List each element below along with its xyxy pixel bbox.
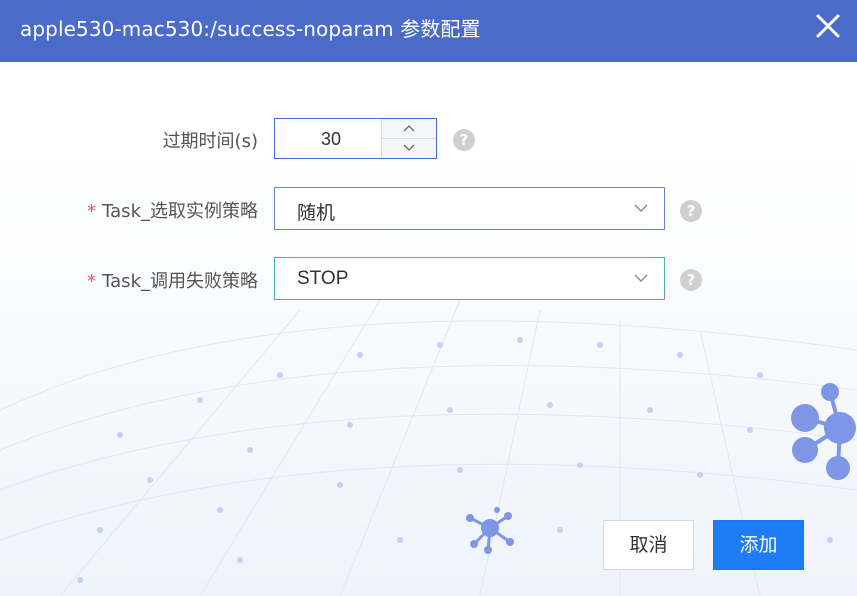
chevron-down-icon (403, 144, 415, 151)
fail-strategy-label: * Task_调用失败策略 (87, 271, 258, 292)
route-strategy-help-icon[interactable]: ? (680, 200, 702, 222)
fail-strategy-value: STOP (297, 268, 349, 289)
route-strategy-value: 随机 (297, 203, 336, 224)
dialog-header: apple530-mac530:/success-noparam 参数配置 (0, 0, 857, 62)
expire-stepper (381, 119, 436, 158)
close-icon[interactable] (814, 12, 842, 40)
dialog-title: apple530-mac530:/success-noparam 参数配置 (20, 17, 481, 41)
config-dialog: apple530-mac530:/success-noparam 参数配置 过期… (0, 0, 857, 596)
required-mark: * (87, 201, 97, 222)
fail-strategy-help-icon[interactable]: ? (680, 269, 702, 291)
chevron-down-icon (634, 274, 648, 282)
decrease-button[interactable] (382, 139, 436, 158)
cancel-button[interactable]: 取消 (603, 520, 694, 570)
route-strategy-label: * Task_选取实例策略 (87, 201, 258, 222)
expire-label: 过期时间(s) (162, 131, 258, 152)
add-button[interactable]: 添加 (713, 520, 804, 570)
expire-help-icon[interactable]: ? (453, 129, 475, 151)
required-mark: * (87, 271, 97, 292)
fail-strategy-select[interactable]: STOP (274, 257, 665, 300)
route-strategy-select[interactable]: 随机 (274, 187, 665, 230)
expire-number-input (274, 118, 437, 160)
increase-button[interactable] (382, 119, 436, 139)
expire-input[interactable] (275, 119, 387, 160)
chevron-down-icon (634, 204, 648, 212)
chevron-up-icon (403, 125, 415, 132)
